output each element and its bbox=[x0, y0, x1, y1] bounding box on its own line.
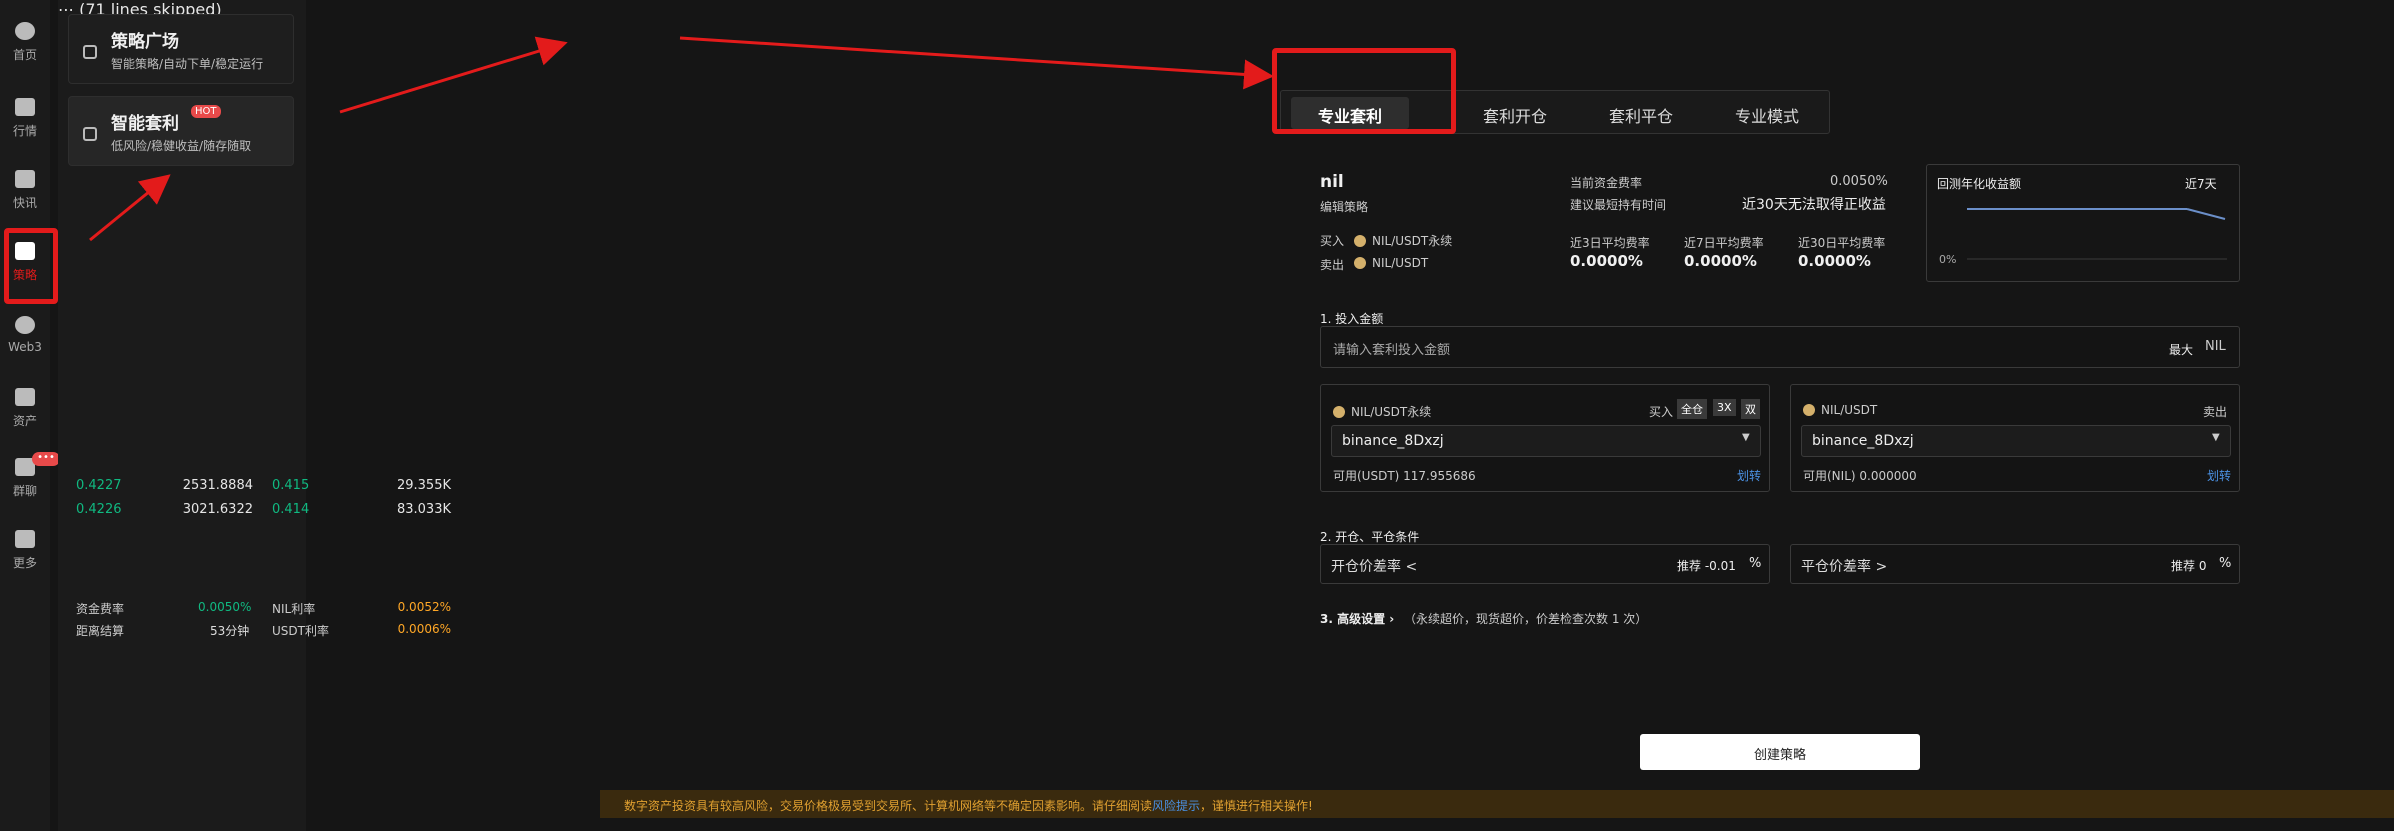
right-sell-tag: 卖出 bbox=[2203, 405, 2228, 419]
settle-row: 距离结算 53分钟 USDT利率 0.0006% bbox=[76, 622, 451, 638]
dual-button[interactable]: 双 bbox=[1741, 399, 1760, 419]
right-exchange-box: NIL/USDT 卖出 binance_8Dxzj ▼ 可用(NIL) 0.000… bbox=[1790, 384, 2240, 492]
menu-subtitle: 低风险/稳健收益/随存随取 bbox=[111, 139, 252, 153]
strategy-name: nil bbox=[1320, 172, 1344, 192]
hot-badge: HOT bbox=[191, 105, 221, 118]
open-recommend: 推荐 -0.01 bbox=[1677, 559, 1736, 573]
wallet-icon bbox=[15, 388, 35, 406]
amount-placeholder: 请输入套利投入金额 bbox=[1333, 343, 1451, 358]
avg3-value: 0.0000% bbox=[1570, 252, 1643, 270]
avg30-label: 近30日平均费率 bbox=[1798, 236, 1886, 250]
menu-item-smart-arbitrage[interactable]: 智能套利 HOT 低风险/稳健收益/随存随取 bbox=[68, 96, 294, 166]
amount-input[interactable]: 请输入套利投入金额 最大 NIL bbox=[1320, 326, 2240, 368]
chat-label: 群聊 bbox=[12, 484, 37, 498]
bag-icon bbox=[83, 45, 97, 59]
leverage-button[interactable]: 3X bbox=[1713, 399, 1736, 416]
funding-row: 资金费率 0.0050% NIL利率 0.0052% bbox=[76, 600, 451, 616]
menu-item-strategy-square[interactable]: 策略广场智能策略/自动下单/稳定运行 bbox=[68, 14, 294, 84]
menu-title: 智能套利 bbox=[111, 114, 179, 134]
chevron-down-icon: ▼ bbox=[1742, 432, 1750, 443]
chart-icon bbox=[15, 98, 35, 116]
web3-label: Web3 bbox=[8, 340, 42, 354]
avg7-value: 0.0000% bbox=[1684, 252, 1757, 270]
home-icon bbox=[15, 22, 35, 40]
margin-cross-button[interactable]: 全仓 bbox=[1677, 399, 1707, 419]
more-label: 更多 bbox=[12, 556, 37, 570]
cycle-icon bbox=[83, 127, 97, 141]
section-conditions-title: 2. 开仓、平仓条件 bbox=[1320, 530, 1420, 544]
chat-badge: ••• bbox=[32, 452, 60, 466]
strategy-menu: 策略广场 智能策略/自动下单/稳定运行 智能套利 HOT 低风险/稳健收益/随存随取 … bbox=[58, 0, 451, 831]
risk-warning-bar: 数字资产投资具有较高风险，交易价格极易受到交易所、计算机网络等不确定因素影响。请… bbox=[600, 790, 2394, 818]
risk-warning-text: 数字资产投资具有较高风险，交易价格极易受到交易所、计算机网络等不确定因素影响。请… bbox=[624, 799, 1313, 813]
section-amount-title: 1. 投入金额 bbox=[1320, 312, 1384, 326]
cur-rate-label: 当前资金费率 bbox=[1570, 176, 1643, 190]
backtest-chart: 回测年化收益额 近7天 0% bbox=[1926, 164, 2240, 282]
advanced-settings-toggle[interactable]: 3. 高级设置 › bbox=[1320, 610, 1394, 627]
icon-rail: 首页 行情 快讯 策略 Web3 资产 群聊 ••• 更多 bbox=[0, 0, 60, 831]
bid-row-8: 0.4227 2531.8884 0.415 29.355K bbox=[76, 478, 451, 493]
chart-zero-label: 0% bbox=[1939, 253, 1957, 266]
left-account-select[interactable]: binance_8Dxzj ▼ bbox=[1331, 425, 1761, 457]
left-available: 可用(USDT) 117.955686 bbox=[1333, 469, 1476, 483]
chart-range-select[interactable]: 近7天 bbox=[2185, 175, 2217, 192]
avg3-label: 近3日平均费率 bbox=[1570, 236, 1650, 250]
close-pct-unit: % bbox=[2219, 556, 2232, 571]
bid-row-9: 0.4226 3021.6322 0.414 83.033K bbox=[76, 502, 451, 517]
risk-link[interactable]: 风险提示 bbox=[1152, 799, 1200, 813]
highlight-pro-tab bbox=[1272, 48, 1456, 134]
tab-pro-mode[interactable]: 专业模式 bbox=[1735, 103, 1799, 127]
max-button[interactable]: 最大 bbox=[2169, 341, 2193, 358]
menu-title: 策略广场 bbox=[111, 32, 179, 52]
market-nav[interactable]: 行情 bbox=[4, 98, 46, 139]
buy-pair: NIL/USDT永续 bbox=[1354, 232, 1452, 249]
left-exchange-box: NIL/USDT永续 买入 全仓 3X 双 binance_8Dxzj ▼ 可用(… bbox=[1320, 384, 1770, 492]
news-nav[interactable]: 快讯 bbox=[4, 170, 46, 211]
grid-icon bbox=[15, 530, 35, 548]
menu-subtitle: 智能策略/自动下单/稳定运行 bbox=[111, 57, 264, 71]
tab-open[interactable]: 套利开仓 bbox=[1483, 103, 1547, 127]
create-strategy-button[interactable]: 创建策略 bbox=[1640, 734, 1920, 770]
right-available: 可用(NIL) 0.000000 bbox=[1803, 469, 1917, 483]
left-transfer-link[interactable]: 划转 bbox=[1737, 467, 1761, 484]
web3-nav[interactable]: Web3 bbox=[4, 316, 46, 354]
right-pair: NIL/USDT bbox=[1803, 403, 1877, 417]
assets-label: 资产 bbox=[12, 414, 37, 428]
edit-strategy-link[interactable]: 编辑策略 bbox=[1320, 198, 1368, 215]
chart-line bbox=[1967, 208, 2227, 260]
hold-time-label: 建议最短持有时间 bbox=[1570, 198, 1667, 212]
news-icon bbox=[15, 170, 35, 188]
highlight-strategy-nav bbox=[4, 228, 58, 304]
sell-tag: 卖出 bbox=[1320, 258, 1345, 272]
left-pair: NIL/USDT永续 bbox=[1333, 403, 1431, 420]
home-nav[interactable]: 首页 bbox=[4, 22, 46, 63]
more-nav[interactable]: 更多 bbox=[4, 530, 46, 571]
right-transfer-link[interactable]: 划转 bbox=[2207, 467, 2231, 484]
avg7-label: 近7日平均费率 bbox=[1684, 236, 1764, 250]
right-account-select[interactable]: binance_8Dxzj ▼ bbox=[1801, 425, 2231, 457]
assets-nav[interactable]: 资产 bbox=[4, 388, 46, 429]
cur-rate-value: 0.0050% bbox=[1830, 174, 1888, 189]
amount-unit: NIL bbox=[2205, 339, 2226, 354]
avg30-value: 0.0000% bbox=[1798, 252, 1871, 270]
web3-icon bbox=[15, 316, 35, 334]
news-label: 快讯 bbox=[12, 196, 37, 210]
sell-pair: NIL/USDT bbox=[1354, 256, 1428, 270]
chart-title: 回测年化收益额 bbox=[1937, 177, 2022, 191]
close-recommend: 推荐 0 bbox=[2171, 559, 2207, 573]
close-spread-input[interactable]: 平仓价差率 > 推荐 0 % bbox=[1790, 544, 2240, 584]
chevron-down-icon: ▼ bbox=[2212, 432, 2220, 443]
left-buy-tag: 买入 bbox=[1649, 405, 1674, 419]
advanced-settings-note: （永续超价，现货超价，价差检查次数 1 次） bbox=[1404, 612, 1648, 626]
home-label: 首页 bbox=[12, 48, 37, 62]
market-label: 行情 bbox=[12, 124, 37, 138]
hold-time-value: 近30天无法取得正收益 bbox=[1742, 197, 1886, 213]
tab-close[interactable]: 套利平仓 bbox=[1609, 103, 1673, 127]
buy-tag: 买入 bbox=[1320, 234, 1345, 248]
open-pct-unit: % bbox=[1749, 556, 1762, 571]
open-spread-input[interactable]: 开仓价差率 < 推荐 -0.01 % bbox=[1320, 544, 1770, 584]
